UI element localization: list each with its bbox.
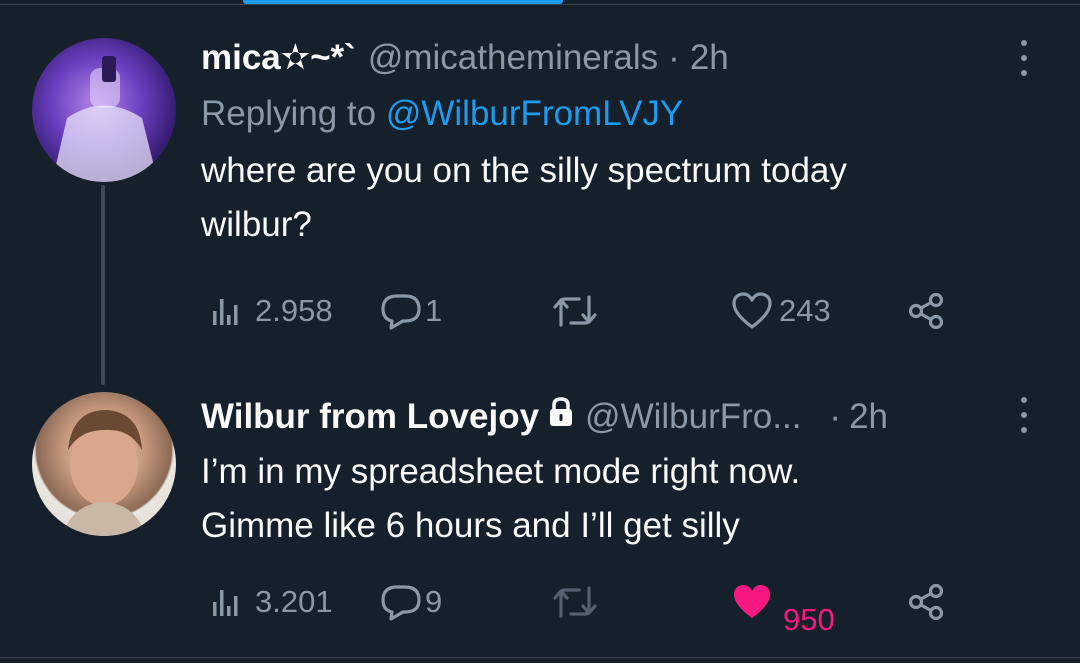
avatar[interactable] [32,38,176,182]
reply-button[interactable]: 9 [379,582,442,622]
reply-count: 9 [425,584,443,619]
tweet-text-line: wilbur? [201,205,312,244]
reply-icon [381,294,421,330]
replying-to-link[interactable]: @WilburFromLVJY [386,94,683,133]
tweet-header: mica✫~*` @micatheminerals · 2h [201,38,1021,78]
views-icon [213,299,238,325]
separator: · [829,396,842,436]
heart-icon [732,292,772,329]
share-button[interactable] [906,291,946,331]
views-icon [213,590,238,616]
views-count: 2.958 [255,293,333,328]
like-button[interactable]: 950 [731,582,835,637]
user-handle[interactable]: @micatheminerals [368,38,658,78]
timestamp[interactable]: 2h [849,397,888,437]
views-button[interactable]: 2.958 [209,291,333,331]
tweet-actions: 3.201 9 950 [201,582,961,637]
views-count: 3.201 [255,584,333,619]
share-button[interactable] [906,582,946,622]
retweet-button[interactable] [551,582,599,622]
tweet-text-line: I’m in my spreadsheet mode right now. [201,452,801,491]
retweet-icon [553,586,597,618]
retweet-button[interactable] [551,291,599,331]
lock-icon [547,396,575,437]
like-count: 243 [779,293,831,328]
replying-label: Replying to [201,94,377,133]
views-button[interactable]: 3.201 [209,582,333,622]
reply-button[interactable]: 1 [379,291,442,331]
like-button[interactable]: 243 [731,291,831,331]
tweet-text-line: Gimme like 6 hours and I’ll get silly [201,506,740,545]
tweet-text-line: where are you on the silly spectrum toda… [201,151,847,190]
thread-connector [101,185,105,385]
display-name[interactable]: Wilbur from Lovejoy [201,397,539,437]
user-handle[interactable]: @WilburFro... [585,397,801,437]
timestamp[interactable]: 2h [690,38,729,78]
share-icon [908,292,944,330]
more-options-icon[interactable] [1014,397,1034,433]
tweet-header: Wilbur from Lovejoy @WilburFro... · 2h [201,396,1021,437]
divider [0,657,1080,658]
more-options-icon[interactable] [1014,40,1034,76]
tweet-text: where are you on the silly spectrum toda… [201,144,1021,252]
reply-count: 1 [425,293,443,328]
heart-filled-icon [734,585,770,618]
tweet[interactable]: mica✫~*` @micatheminerals · 2h Replying … [201,38,1021,252]
separator: · [668,38,680,77]
divider [0,4,1080,5]
like-count: 950 [783,602,835,637]
tweet-text: I’m in my spreadsheet mode right now. Gi… [201,445,1021,553]
display-name[interactable]: mica✫~*` [201,38,356,78]
reply-icon [381,585,421,621]
retweet-icon [553,295,597,327]
tweet-actions: 2.958 1 243 [201,291,961,331]
share-icon [908,583,944,621]
avatar[interactable] [32,392,176,536]
replying-to: Replying to @WilburFromLVJY [201,94,1021,134]
tweet[interactable]: Wilbur from Lovejoy @WilburFro... · 2h I… [201,396,1021,553]
